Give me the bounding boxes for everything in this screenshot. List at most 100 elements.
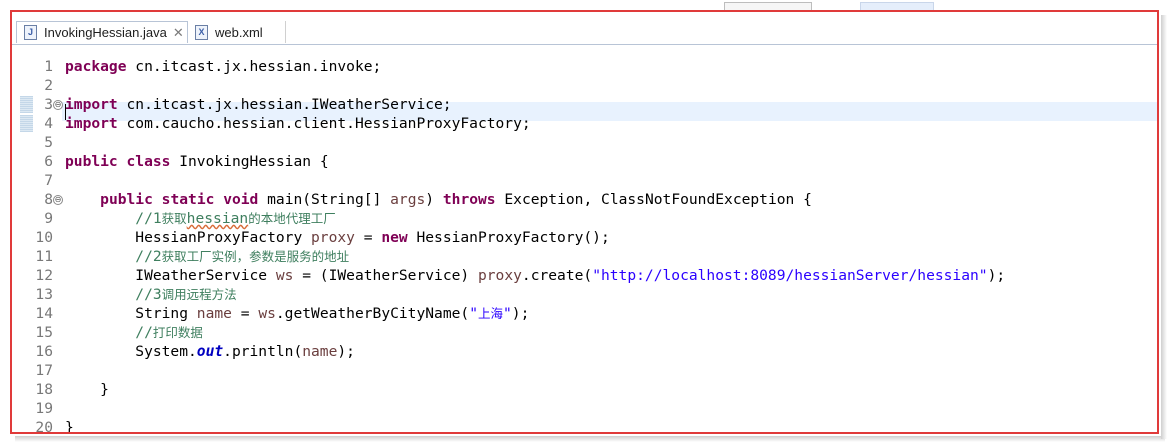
code-token: //1 [135, 210, 162, 227]
code-token: out [196, 343, 224, 360]
line-number: 7 [44, 172, 53, 189]
tab-label: InvokingHessian.java [44, 25, 167, 40]
editor-window: J InvokingHessian.java ✕ X web.xml 1 pack… [10, 10, 1159, 434]
code-text: //3调用远程方法 [65, 285, 237, 304]
line-number: 3 [44, 96, 53, 113]
code-line: 14 String name = ws.getWeatherByCityName… [12, 304, 1157, 323]
window-shadow [1161, 15, 1167, 439]
code-token: import [65, 115, 118, 132]
code-token: InvokingHessian { [170, 153, 329, 170]
code-line: 10 HessianProxyFactory proxy = new Hessi… [12, 228, 1157, 247]
xml-file-icon: X [195, 24, 208, 40]
line-number: 16 [35, 343, 53, 360]
code-token: 上海 [477, 306, 503, 321]
code-token: throws [442, 191, 496, 208]
code-token: args [390, 191, 426, 208]
code-token: void [223, 191, 259, 208]
code-token: 获取 [161, 211, 187, 226]
code-line: 18 } [12, 380, 1157, 399]
code-token: System. [65, 343, 197, 360]
line-number: 13 [35, 286, 53, 303]
code-token: public [100, 191, 153, 208]
line-number: 5 [44, 134, 53, 151]
code-line: 13 //3调用远程方法 [12, 285, 1157, 304]
code-text: package cn.itcast.jx.hessian.invoke; [65, 57, 381, 76]
code-token: .getWeatherByCityName( [275, 305, 470, 322]
code-token: } [65, 381, 109, 398]
code-token: .println( [223, 343, 303, 360]
code-token: ws [258, 305, 276, 322]
fold-toggle-icon[interactable]: ⊖ [53, 100, 63, 110]
code-token: 打印数据 [152, 325, 203, 340]
tab-invokinghessian-java[interactable]: J InvokingHessian.java ✕ [16, 21, 188, 43]
code-text: import com.caucho.hessian.client.Hessian… [65, 114, 531, 133]
code-token: cn.itcast.jx.hessian.IWeatherService; [117, 96, 452, 113]
code-text: //2获取工厂实例，参数是服务的地址 [65, 247, 349, 266]
code-text: System.out.println(name); [65, 342, 355, 361]
code-text: IWeatherService ws = (IWeatherService) p… [65, 266, 1005, 285]
code-token: //2 [135, 248, 162, 265]
code-token: new [381, 229, 408, 246]
line-number: 19 [35, 400, 53, 417]
code-text: String name = ws.getWeatherByCityName("上… [65, 304, 529, 323]
code-line: 9 //1获取hessian的本地代理工厂 [12, 209, 1157, 228]
code-token: 调用远程方法 [161, 287, 237, 302]
window-shadow [15, 436, 1165, 442]
code-token: IWeatherService [65, 267, 276, 284]
code-token: } [65, 419, 74, 434]
code-line: 17 [12, 361, 1157, 380]
line-number: 4 [44, 115, 53, 132]
code-token: proxy [477, 267, 522, 284]
code-editor[interactable]: 1 package cn.itcast.jx.hessian.invoke; 2 3 ⊖… [12, 44, 1157, 434]
code-token: = (IWeatherService) [293, 267, 478, 284]
line-number: 10 [35, 229, 53, 246]
code-token: //3 [135, 286, 162, 303]
code-token: proxy [311, 229, 355, 246]
code-token: cn.itcast.jx.hessian.invoke; [126, 58, 382, 75]
code-token: = [354, 229, 382, 246]
code-text: public class InvokingHessian { [65, 152, 329, 171]
code-token: name [302, 343, 338, 360]
code-text: //1获取hessian的本地代理工厂 [65, 209, 335, 228]
code-line: 6 public class InvokingHessian { [12, 152, 1157, 171]
java-file-icon: J [24, 25, 37, 40]
code-line: 5 [12, 133, 1157, 152]
code-text: public static void main(String[] args) t… [65, 190, 812, 209]
code-token: hessian [186, 210, 249, 227]
line-number: 8 [44, 191, 53, 208]
line-number: 9 [44, 210, 53, 227]
code-token: .create( [521, 267, 593, 284]
code-line: 12 IWeatherService ws = (IWeatherService… [12, 266, 1157, 285]
code-line: 15 //打印数据 [12, 323, 1157, 342]
line-number: 20 [35, 419, 53, 434]
code-token: public [65, 153, 118, 170]
code-token: String [65, 305, 197, 322]
line-number: 2 [44, 77, 53, 94]
code-token: " [503, 305, 512, 322]
code-text: } [65, 418, 74, 434]
code-line: 1 package cn.itcast.jx.hessian.invoke; [12, 57, 1157, 76]
tab-web-xml[interactable]: X web.xml [188, 21, 286, 43]
close-icon[interactable]: ✕ [173, 25, 184, 41]
line-number: 11 [35, 248, 53, 265]
code-token: import [65, 96, 118, 113]
editor-tab-bar: J InvokingHessian.java ✕ X web.xml [12, 12, 1157, 44]
line-number: 6 [44, 153, 53, 170]
code-token: class [126, 153, 171, 170]
line-number: 14 [35, 305, 53, 322]
code-line: 19 [12, 399, 1157, 418]
code-token: ); [511, 305, 530, 322]
code-token: package [65, 58, 127, 75]
line-number: 1 [44, 58, 53, 75]
line-number: 15 [35, 324, 53, 341]
code-token: // [135, 324, 153, 341]
code-token: com.caucho.hessian.client.HessianProxyFa… [117, 115, 531, 132]
code-token: " [469, 305, 478, 322]
fold-toggle-icon[interactable]: ⊖ [53, 195, 63, 205]
